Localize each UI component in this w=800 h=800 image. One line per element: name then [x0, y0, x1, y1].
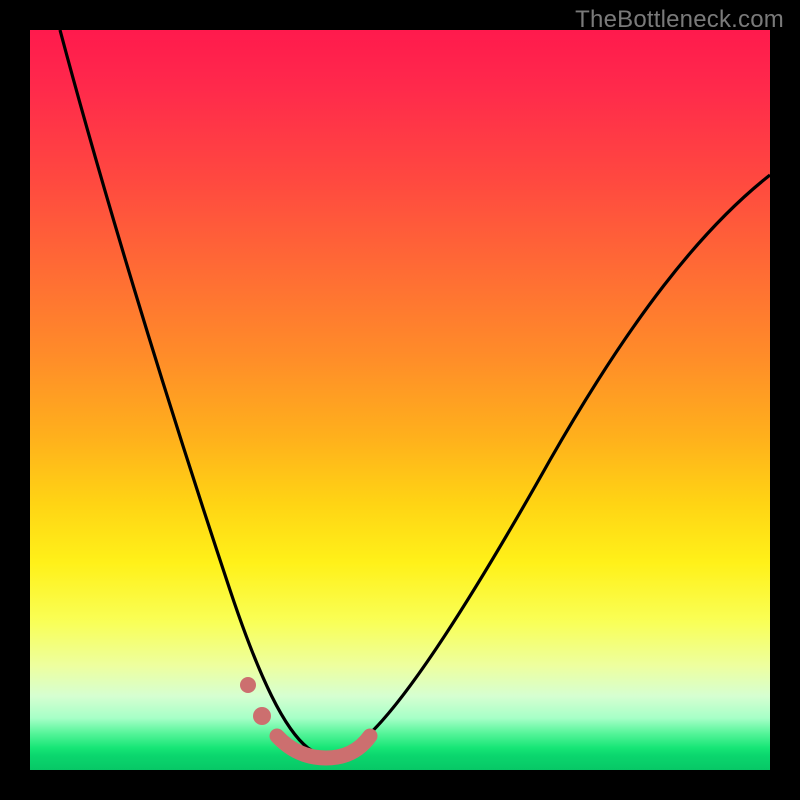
curve-layer [30, 30, 770, 770]
optimal-zone-marker [240, 677, 256, 693]
chart-frame: TheBottleneck.com [0, 0, 800, 800]
optimal-zone-marker [253, 707, 271, 725]
optimal-zone-stroke [277, 736, 370, 758]
plot-area [30, 30, 770, 770]
bottleneck-curve [60, 30, 770, 756]
